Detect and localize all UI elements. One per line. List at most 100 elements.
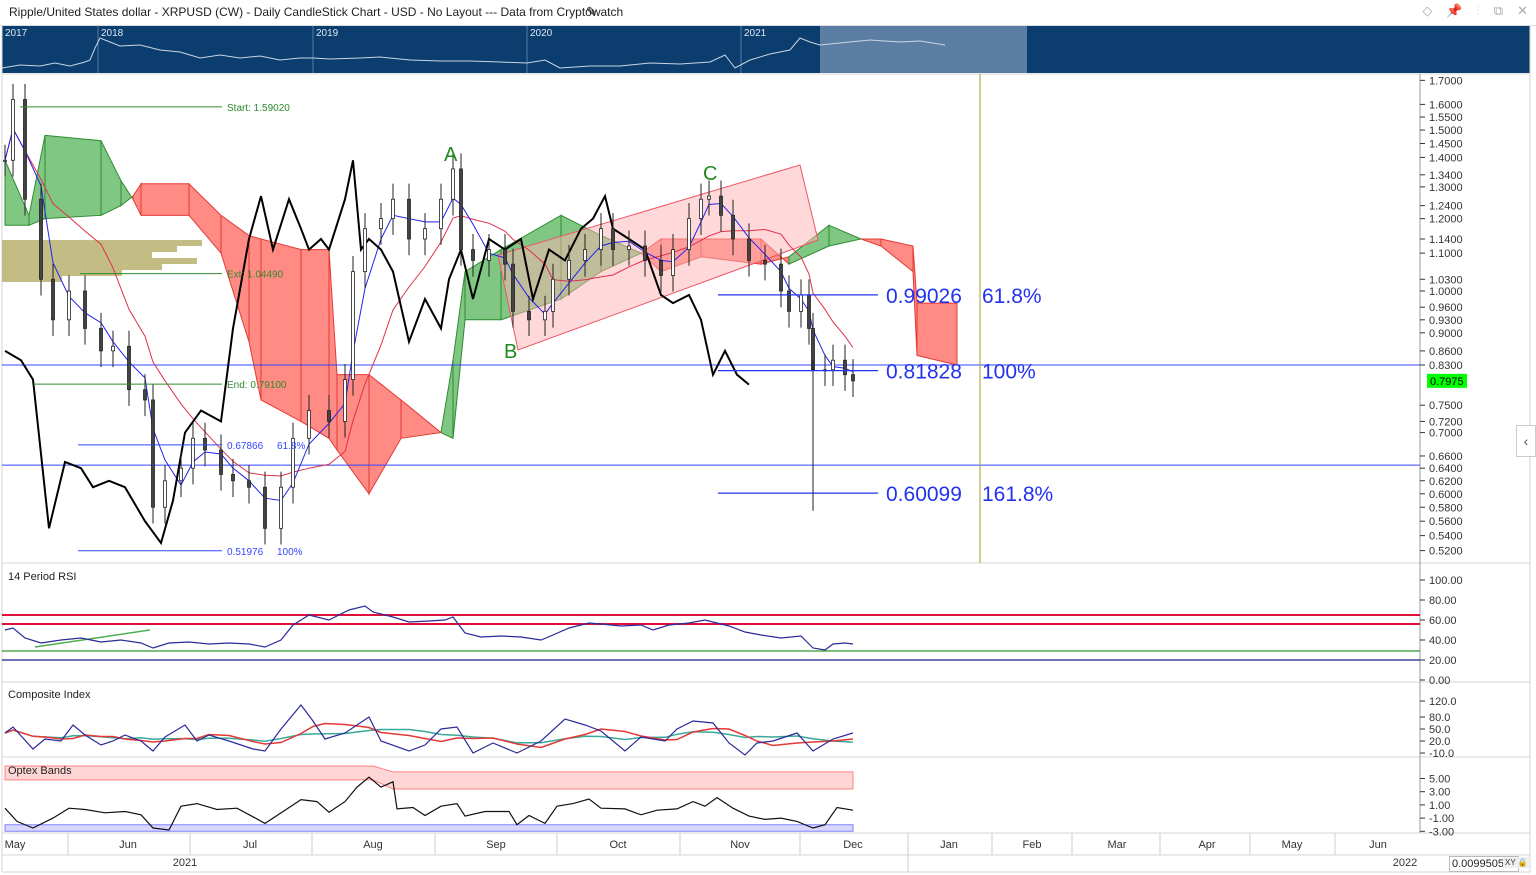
rsi-tick-label: 60.00 <box>1429 615 1457 627</box>
candle <box>191 437 195 469</box>
price-tick-label: 0.6400 <box>1429 463 1463 475</box>
price-tick-label: 0.5200 <box>1429 546 1463 558</box>
price-tick-label: 0.5800 <box>1429 502 1463 514</box>
fib-label: Ext: 1.04490 <box>227 270 284 281</box>
price-tick-label: 0.5400 <box>1429 531 1463 543</box>
composite-tick-label: -10.0 <box>1429 748 1454 760</box>
xy-lock-button[interactable]: XY 🔒 <box>1503 857 1530 868</box>
fib-extension-value: 0.51976 <box>227 547 264 558</box>
composite-tick-label: 80.0 <box>1429 712 1450 724</box>
candle <box>439 198 443 230</box>
chart-title: Ripple/United States dollar - XRPUSD (CW… <box>9 5 624 19</box>
price-tick-label: 1.4000 <box>1429 152 1463 164</box>
ichimoku-cloud-bearish <box>300 249 330 440</box>
rsi-trendline[interactable] <box>34 629 151 648</box>
candle <box>391 198 395 220</box>
wave-label: C <box>703 163 717 185</box>
wave-label: B <box>504 341 517 363</box>
year-label: 2021 <box>173 857 197 869</box>
ichimoku-cloud-bullish <box>452 271 466 439</box>
rsi-panel[interactable]: 14 Period RSI <box>2 571 1420 661</box>
price-tick-label: 1.2000 <box>1429 214 1463 226</box>
candle <box>327 410 331 422</box>
fib-extension-percent: 61.8% <box>982 285 1042 308</box>
navigator[interactable]: 2017 2018 2019 2020 2021 <box>1 25 1530 73</box>
fib-extension-percent: 61.8% <box>277 441 305 452</box>
rsi-tick-label: 20.00 <box>1429 655 1457 667</box>
candle <box>423 228 427 240</box>
rsi-tick-label: 40.00 <box>1429 635 1457 647</box>
candle <box>247 480 251 488</box>
price-tick-label: 1.4500 <box>1429 138 1463 150</box>
composite-tick-label: 50.0 <box>1429 724 1450 736</box>
composite-fast-average <box>4 722 854 749</box>
candle <box>163 480 167 508</box>
month-label: Sep <box>486 839 506 851</box>
optex-tick-label: 5.00 <box>1429 774 1450 786</box>
fib-extension-value: 0.67866 <box>227 441 264 452</box>
optex-panel[interactable]: Optex Bands <box>4 765 854 832</box>
candle <box>511 263 515 312</box>
candle <box>643 245 647 261</box>
optex-upper-band <box>4 765 854 790</box>
price-tick-label: 1.5000 <box>1429 125 1463 137</box>
pin-icon[interactable]: 📌 <box>1446 3 1462 19</box>
candle <box>787 290 791 312</box>
price-tick-label: 0.9000 <box>1429 328 1463 340</box>
candle <box>11 99 15 161</box>
candle <box>263 486 267 529</box>
candle <box>111 345 115 352</box>
candle <box>179 467 183 482</box>
candle <box>351 271 355 380</box>
candle <box>363 228 367 273</box>
navigator-year: 2019 <box>316 28 339 39</box>
month-label: Feb <box>1023 839 1042 851</box>
candle <box>659 260 663 276</box>
price-tick-label: 1.7000 <box>1429 75 1463 87</box>
candle <box>807 294 811 329</box>
close-icon[interactable]: ✕ <box>1517 3 1528 19</box>
candle <box>307 410 311 439</box>
price-tick-label: 1.1000 <box>1429 248 1463 260</box>
candle <box>763 260 767 265</box>
candle <box>343 379 347 422</box>
candle <box>279 486 283 529</box>
composite-panel[interactable]: Composite Index <box>4 689 854 756</box>
month-label: Apr <box>1198 839 1215 851</box>
diamond-icon[interactable]: ◇ <box>1422 3 1432 19</box>
ichimoku-cloud-bearish <box>260 238 302 423</box>
thermometer-icon[interactable]: ⫶ <box>1477 3 1480 19</box>
month-label: May <box>5 839 26 851</box>
lock-icon: 🔒 <box>1517 858 1528 867</box>
volume-profile-bar <box>2 270 122 276</box>
rsi-tick-label: 0.00 <box>1429 675 1450 687</box>
collapse-panel-chevron-icon[interactable]: ‹ <box>1516 425 1536 457</box>
candle <box>127 345 131 391</box>
price-tick-label: 0.8600 <box>1429 346 1463 358</box>
candle <box>687 218 691 250</box>
volume-profile-bar <box>2 252 152 258</box>
candle <box>543 310 547 321</box>
price-tick-label: 1.5500 <box>1429 112 1463 124</box>
candle <box>831 359 835 371</box>
optex-lower-band <box>4 824 854 832</box>
window-controls: ◇ 📌 ⫶ ⧉ ✕ <box>1422 3 1528 19</box>
month-label: Jan <box>940 839 958 851</box>
fib-extension-value: 0.60099 <box>886 483 962 506</box>
candle <box>23 99 27 200</box>
price-tick-label: 1.6000 <box>1429 99 1463 111</box>
fib-extension-value: 0.81828 <box>886 361 962 384</box>
price-tick-label: 0.6200 <box>1429 476 1463 488</box>
candle <box>203 437 207 451</box>
navigator-window[interactable] <box>820 25 1027 73</box>
restore-icon[interactable]: ⧉ <box>1494 3 1503 19</box>
price-tick-label: 0.6000 <box>1429 489 1463 501</box>
edit-pencil-icon[interactable]: ✎ <box>586 4 597 20</box>
month-label: Oct <box>609 839 626 851</box>
candle <box>503 249 507 265</box>
composite-tick-label: 120.0 <box>1429 696 1457 708</box>
chart-canvas[interactable]: 2017 2018 2019 2020 2021 Start: 1.59020 E… <box>0 0 1536 875</box>
price-tick-label: 1.2400 <box>1429 201 1463 213</box>
candle <box>487 249 491 261</box>
price-panel[interactable]: Start: 1.59020 Ext: 1.04490 End: 0.79100 0.… <box>2 74 1420 563</box>
